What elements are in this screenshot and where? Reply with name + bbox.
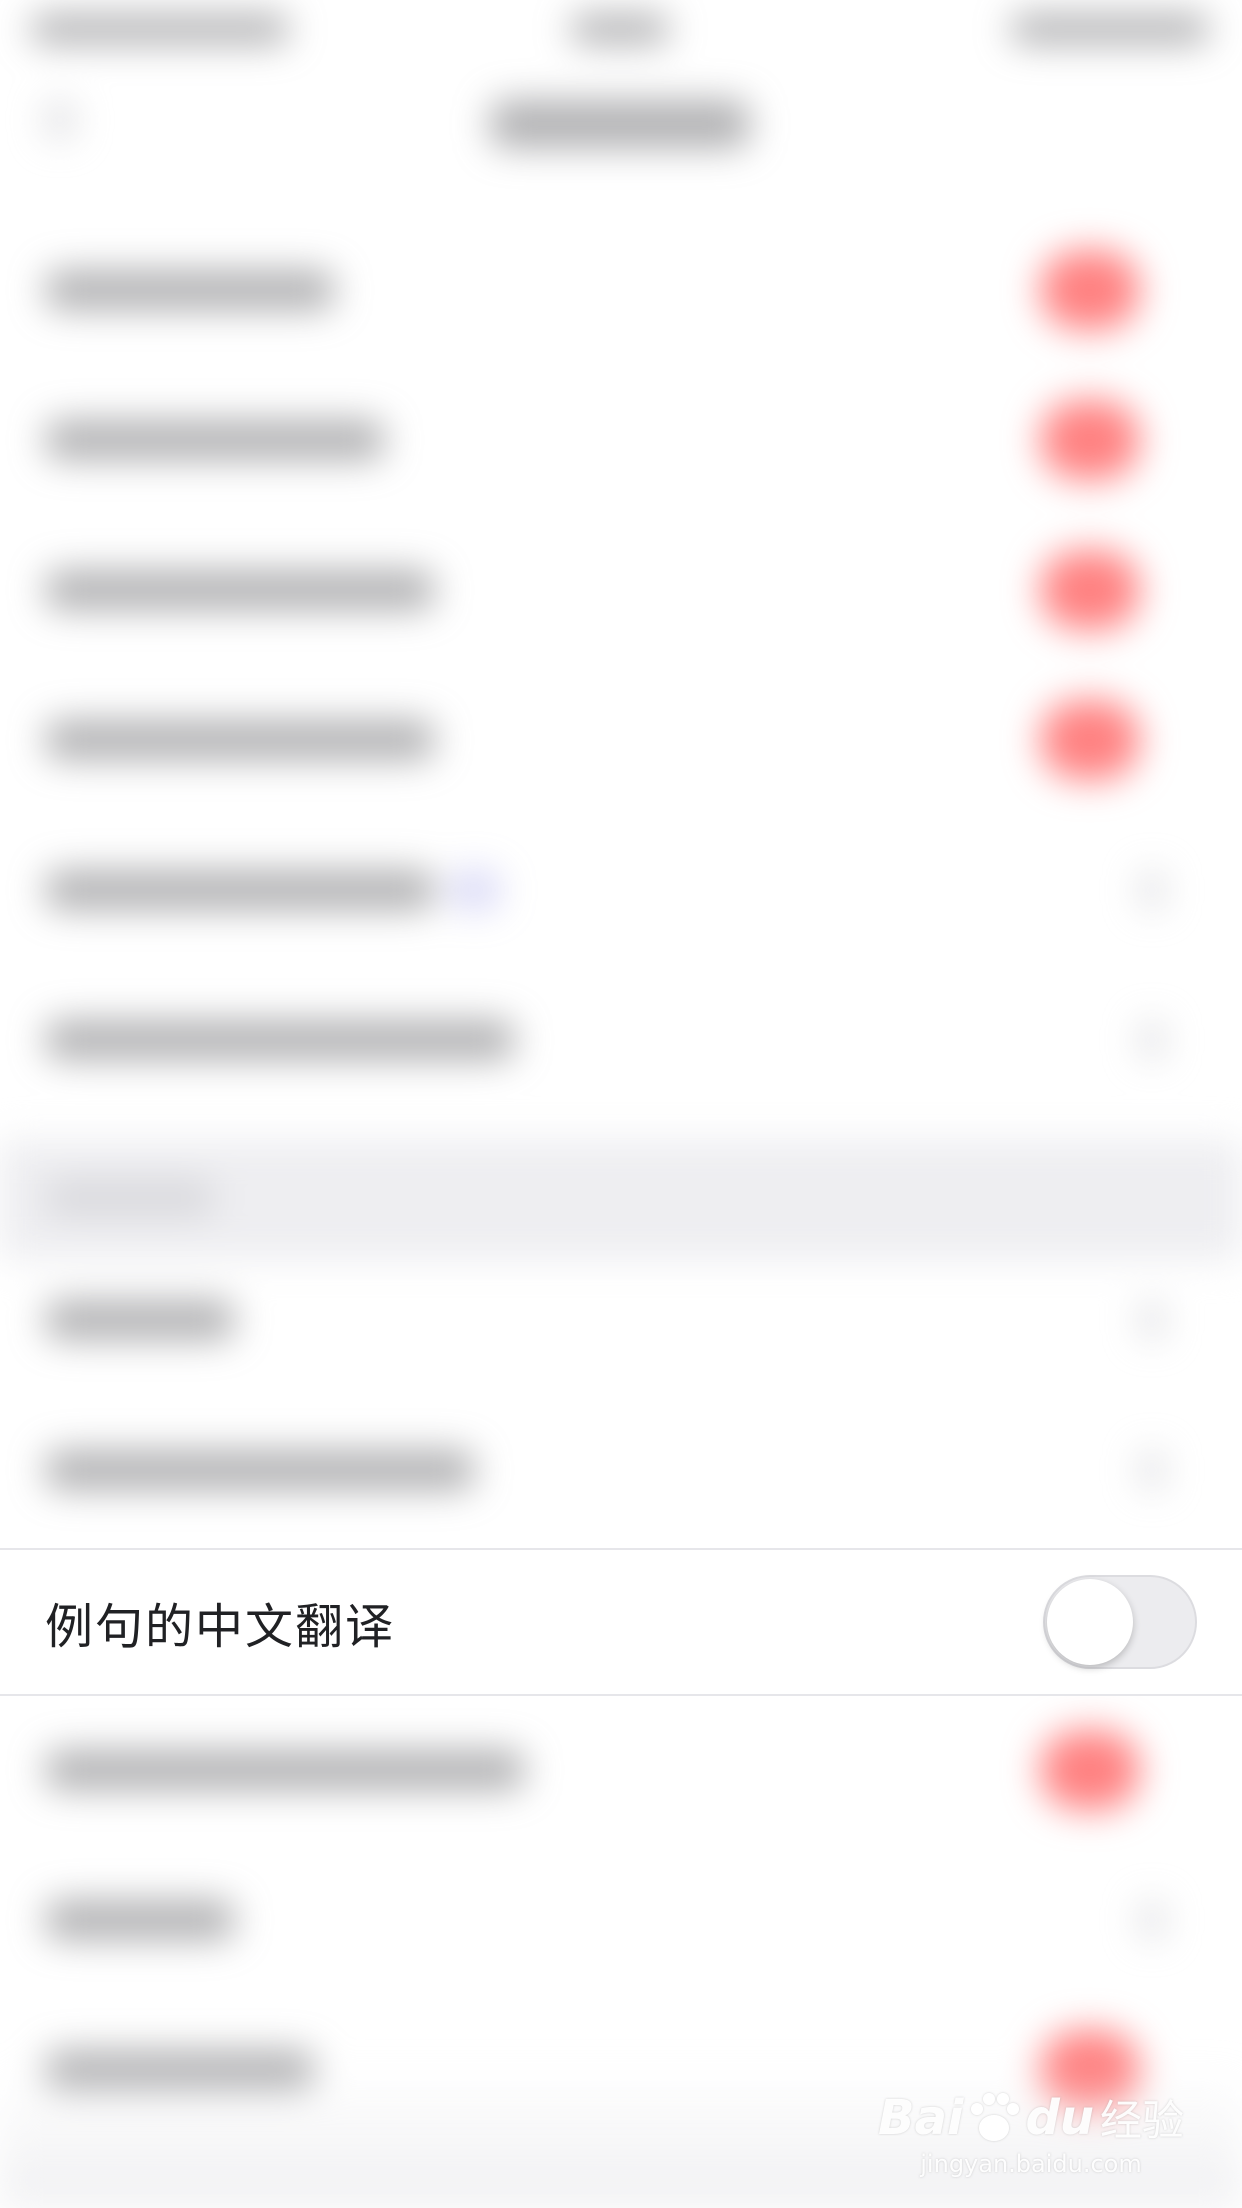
status-bar-time xyxy=(570,14,670,44)
toggle-switch[interactable] xyxy=(1040,700,1140,780)
toggle-knob[interactable] xyxy=(1047,1579,1133,1665)
list-item[interactable] xyxy=(45,570,435,610)
chevron-right-icon xyxy=(1140,1900,1164,1940)
toggle-switch[interactable] xyxy=(1040,1730,1140,1810)
list-item[interactable] xyxy=(45,1020,515,1060)
list-item[interactable] xyxy=(45,1750,525,1790)
chevron-right-icon xyxy=(1140,1020,1164,1060)
status-bar-battery xyxy=(1010,14,1210,44)
section-title xyxy=(45,1180,215,1216)
example-translation-toggle[interactable] xyxy=(1043,1575,1197,1669)
status-bar-carrier xyxy=(30,14,290,44)
toggle-switch[interactable] xyxy=(1040,400,1140,480)
page-title xyxy=(490,100,750,148)
paw-icon xyxy=(969,2092,1020,2143)
chevron-right-icon xyxy=(1140,1450,1164,1490)
chevron-right-icon xyxy=(1140,1300,1164,1340)
watermark-brand-right: du xyxy=(1025,2089,1094,2146)
badge xyxy=(450,870,500,910)
list-item[interactable] xyxy=(45,420,385,460)
toggle-switch[interactable] xyxy=(1040,550,1140,630)
watermark-brand-left: Bai xyxy=(878,2089,964,2146)
toggle-switch[interactable] xyxy=(1040,250,1140,330)
setting-label: 例句的中文翻译 xyxy=(45,1599,396,1655)
list-item[interactable] xyxy=(45,1300,235,1340)
list-item[interactable] xyxy=(45,270,335,310)
baidu-jingyan-watermark: Bai du 经验 jingyan.baidu.com xyxy=(878,2087,1184,2179)
watermark-url: jingyan.baidu.com xyxy=(920,2150,1142,2178)
list-item[interactable] xyxy=(45,1450,475,1490)
list-item[interactable] xyxy=(45,870,435,910)
list-item[interactable] xyxy=(45,720,435,760)
watermark-suffix: 经验 xyxy=(1099,2096,1184,2145)
blurred-background xyxy=(0,0,1242,2208)
setting-row-example-translation: 例句的中文翻译 xyxy=(0,1548,1242,1696)
watermark-logo: Bai du 经验 xyxy=(878,2087,1184,2148)
list-item[interactable] xyxy=(45,1900,235,1940)
chevron-right-icon xyxy=(1140,870,1164,910)
back-icon[interactable] xyxy=(45,100,75,140)
